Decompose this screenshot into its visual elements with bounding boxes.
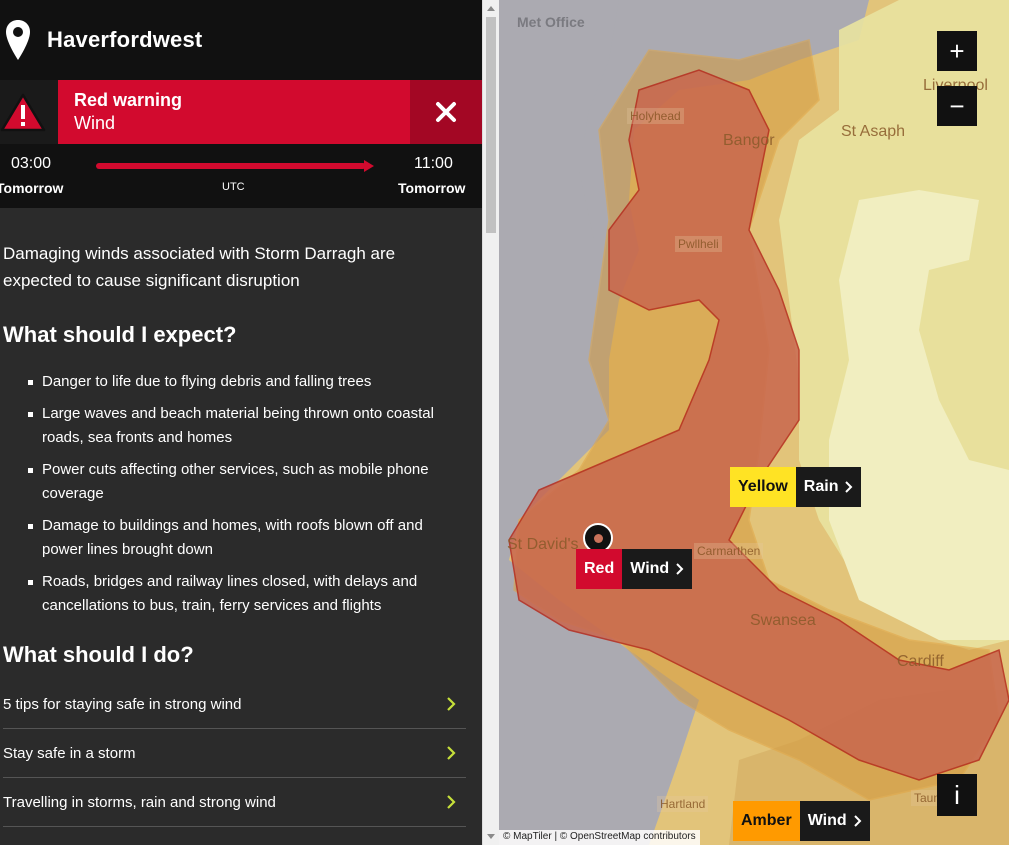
warnings-map[interactable]: Met Office Liverpool Holyhead Bangor St … (499, 0, 1009, 845)
advice-link-label: Travelling in storms, rain and strong wi… (3, 793, 276, 811)
expect-item: Power cuts affecting other services, suc… (28, 458, 466, 506)
end-time: 11:00 (414, 155, 453, 172)
start-time: 03:00 (11, 155, 52, 172)
place-label: Holyhead (627, 108, 684, 124)
warning-tag-type-box: Wind (622, 549, 693, 589)
advice-link[interactable]: Travelling in storms, rain and strong wi… (3, 778, 466, 827)
warning-tag-amber-wind[interactable]: Amber Wind (733, 801, 870, 841)
expect-list: Danger to life due to flying debris and … (3, 370, 466, 618)
warning-summary-text: Damaging winds associated with Storm Dar… (3, 244, 396, 290)
chevron-right-icon (447, 746, 456, 760)
chevron-right-icon (853, 815, 862, 827)
map-attribution: © MapTiler | © OpenStreetMap contributor… (499, 830, 700, 845)
chevron-right-icon (447, 697, 456, 711)
close-icon (436, 102, 456, 122)
place-label: Bangor (723, 132, 775, 149)
place-label: Hartland (657, 796, 709, 812)
warning-triangle-icon (0, 93, 46, 132)
warning-panel: Haverfordwest Red warning Wind 03:00 Tom… (0, 0, 482, 845)
warning-tag-type: Rain (803, 478, 839, 495)
expect-item: Large waves and beach material being thr… (28, 402, 466, 450)
warning-tag-level: Yellow (730, 467, 796, 507)
warning-tag-level: Amber (733, 801, 800, 841)
location-header: Haverfordwest (0, 0, 482, 80)
zoom-out-button[interactable]: − (937, 86, 977, 126)
expect-heading: What should I expect? (3, 322, 237, 347)
scroll-thumb[interactable] (486, 17, 496, 233)
warning-tag-type-box: Rain (795, 467, 862, 507)
chevron-right-icon (447, 795, 456, 809)
advice-link[interactable]: 5 tips for staying safe in strong wind (3, 680, 466, 729)
place-label: Cardiff (897, 653, 944, 670)
warning-tag-yellow-rain[interactable]: Yellow Rain (730, 467, 862, 507)
chevron-right-icon (845, 481, 853, 493)
warning-summary: Red warning Wind (58, 80, 410, 144)
place-label: Swansea (750, 612, 816, 629)
close-button[interactable] (410, 80, 482, 144)
advice-link-label: Stay safe in a storm (3, 744, 136, 762)
do-heading: What should I do? (3, 642, 194, 667)
place-label: St Asaph (841, 123, 906, 140)
warning-level: Red warning (74, 90, 183, 110)
warning-type: Wind (74, 113, 116, 133)
info-button[interactable]: i (937, 774, 977, 816)
panel-scrollbar[interactable] (482, 0, 499, 845)
time-range-bar (96, 163, 366, 169)
zoom-in-button[interactable]: + (937, 31, 977, 71)
time-range-arrow (364, 160, 374, 172)
scroll-up-arrow[interactable] (487, 6, 495, 11)
chevron-right-icon (676, 563, 684, 575)
map-pin-icon (6, 20, 30, 60)
scroll-down-arrow[interactable] (487, 834, 495, 839)
met-office-logo: Met Office (517, 14, 585, 30)
warning-tag-type-box: Wind (799, 801, 870, 841)
map-canvas (499, 0, 1009, 845)
warning-tag-type: Wind (630, 560, 670, 577)
warning-banner: Red warning Wind (0, 80, 482, 144)
advice-link-label: 5 tips for staying safe in strong wind (3, 695, 242, 713)
expect-item: Roads, bridges and railway lines closed,… (28, 570, 466, 618)
place-label: Pwllheli (675, 236, 722, 252)
warning-tag-level: Red (576, 549, 623, 589)
warning-icon-box (0, 80, 58, 144)
warning-timebar: 03:00 Tomorrow UTC 11:00 Tomorrow (0, 144, 482, 208)
expect-item: Danger to life due to flying debris and … (28, 370, 466, 394)
app-root: Haverfordwest Red warning Wind 03:00 Tom… (0, 0, 1009, 845)
warning-tag-red-wind[interactable]: Red Wind (576, 549, 693, 589)
location-name: Haverfordwest (47, 27, 203, 52)
expect-item: Damage to buildings and homes, with roof… (28, 514, 466, 562)
location-marker-dot (593, 533, 603, 543)
advice-link[interactable]: Stay safe in a storm (3, 729, 466, 778)
place-label: Carmarthen (694, 543, 764, 559)
place-label: St David's (507, 536, 579, 553)
advice-links: 5 tips for staying safe in strong wind S… (3, 680, 466, 827)
met-office-logo-text: Met Office (517, 14, 585, 30)
end-day: Tomorrow (398, 180, 466, 196)
warning-content: Damaging winds associated with Storm Dar… (0, 240, 482, 827)
start-day: Tomorrow (0, 180, 64, 196)
warning-tag-type: Wind (807, 812, 847, 829)
timezone-label: UTC (222, 181, 245, 193)
